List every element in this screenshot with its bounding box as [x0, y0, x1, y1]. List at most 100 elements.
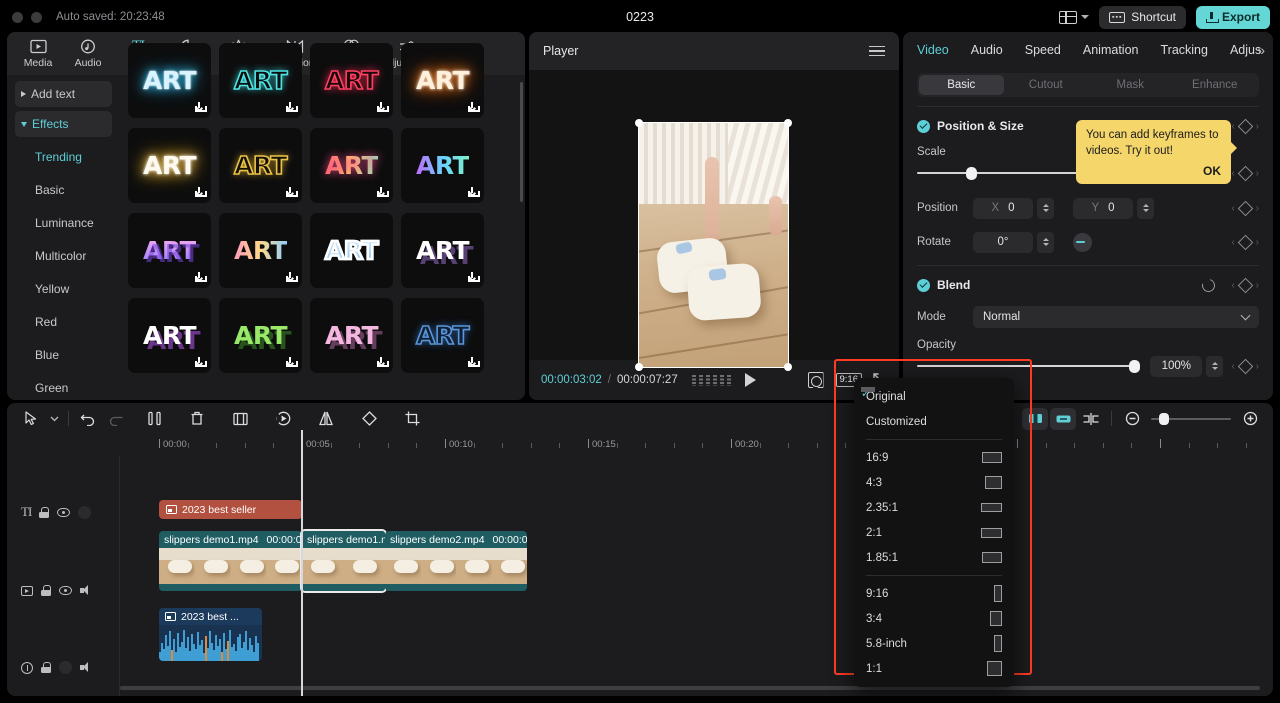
keyframe-diamond-icon[interactable] — [1237, 118, 1253, 134]
zoom-in-icon[interactable] — [1237, 408, 1263, 430]
position-y-field[interactable]: Y 0 — [1073, 197, 1133, 219]
download-icon[interactable] — [467, 272, 480, 283]
text-clip[interactable]: 2023 best seller — [159, 500, 302, 519]
tooltip-ok-button[interactable]: OK — [1086, 164, 1221, 178]
effect-thumbnail[interactable]: ART — [310, 43, 393, 118]
zoom-slider-knob[interactable] — [1159, 412, 1169, 425]
lock-icon[interactable] — [41, 662, 51, 673]
split-icon[interactable] — [140, 407, 168, 431]
segment-mask[interactable]: Mask — [1088, 75, 1173, 95]
rotate-icon[interactable] — [355, 407, 383, 431]
keyframe-diamond-icon[interactable] — [1237, 234, 1253, 250]
download-icon[interactable] — [194, 102, 207, 113]
rotate-dial[interactable] — [1073, 232, 1092, 252]
opacity-value[interactable]: 100% — [1150, 355, 1203, 377]
position-size-checkbox[interactable] — [917, 119, 930, 133]
keyframe-next-icon[interactable]: › — [1256, 280, 1259, 291]
download-icon[interactable] — [285, 187, 298, 198]
effect-thumbnail[interactable]: ART — [310, 213, 393, 288]
rotate-keyframe[interactable]: ‹ › — [1231, 234, 1259, 250]
audio-clip[interactable]: 2023 best ... — [159, 608, 262, 661]
effect-thumbnail[interactable]: ART — [310, 298, 393, 373]
keyframe-diamond-icon[interactable] — [1237, 277, 1253, 293]
position-x-stepper[interactable] — [1037, 197, 1054, 219]
sidenav-item-yellow[interactable]: Yellow — [15, 273, 112, 305]
fit-screen-icon[interactable] — [808, 372, 824, 388]
effect-thumbnail[interactable]: ART — [310, 128, 393, 203]
download-icon[interactable] — [376, 102, 389, 113]
timeline-hscrollbar[interactable] — [120, 686, 1260, 690]
undo-icon[interactable] — [74, 407, 102, 431]
effect-thumbnail[interactable]: ART — [401, 128, 484, 203]
play-icon[interactable] — [744, 373, 756, 387]
speaker-icon[interactable] — [80, 662, 93, 673]
speaker-icon[interactable] — [80, 585, 93, 596]
tab-audio-insp[interactable]: Audio — [971, 43, 1003, 57]
resize-handle-br[interactable] — [784, 363, 792, 371]
effect-thumbnail[interactable]: ART — [219, 213, 302, 288]
resize-handle-bl[interactable] — [635, 363, 643, 371]
sidenav-item-trending[interactable]: Trending — [15, 141, 112, 173]
blend-checkbox[interactable] — [917, 278, 930, 292]
tab-video[interactable]: Video — [917, 43, 949, 57]
keyframe-next-icon[interactable]: › — [1256, 237, 1259, 248]
blend-controls[interactable]: ‹ › — [1199, 276, 1259, 294]
aspect-option-2-1[interactable]: 2:1 — [854, 387, 1014, 545]
eye-icon[interactable] — [59, 586, 72, 595]
position-keyframe[interactable]: ‹ › — [1231, 200, 1259, 216]
opacity-keyframe[interactable]: ‹ › — [1231, 358, 1259, 374]
blend-mode-select[interactable]: Normal — [973, 306, 1259, 328]
effect-thumbnail[interactable]: ART — [401, 213, 484, 288]
mirror-icon[interactable] — [312, 407, 340, 431]
rotate-stepper[interactable] — [1037, 231, 1054, 253]
resize-handle-tr[interactable] — [784, 119, 792, 127]
sidenav-item-red[interactable]: Red — [15, 306, 112, 338]
effect-thumbnail[interactable]: ART — [128, 213, 211, 288]
download-icon[interactable] — [194, 272, 207, 283]
keyframe-next-icon[interactable]: › — [1256, 203, 1259, 214]
keyframe-diamond-icon[interactable] — [1237, 165, 1253, 181]
select-arrow-icon[interactable] — [17, 407, 45, 431]
crop-icon[interactable] — [398, 407, 426, 431]
video-clip-3[interactable]: slippers demo2.mp4 00:00:03 — [385, 531, 527, 591]
keyframe-next-icon[interactable]: › — [1256, 121, 1259, 132]
keyframe-prev-icon[interactable]: ‹ — [1231, 280, 1234, 291]
select-dropdown-icon[interactable] — [45, 407, 63, 431]
lock-icon[interactable] — [41, 585, 51, 596]
library-scrollbar[interactable] — [520, 82, 523, 202]
download-icon[interactable] — [376, 357, 389, 368]
keyframe-prev-icon[interactable]: ‹ — [1231, 237, 1234, 248]
segment-basic[interactable]: Basic — [919, 75, 1004, 95]
effect-thumbnail[interactable]: ART — [401, 298, 484, 373]
zoom-out-icon[interactable] — [1119, 408, 1145, 430]
reset-icon[interactable] — [1199, 276, 1218, 294]
segment-enhance[interactable]: Enhance — [1173, 75, 1258, 95]
sidenav-item-blue[interactable]: Blue — [15, 339, 112, 371]
rotate-field[interactable]: 0° — [973, 231, 1033, 253]
aspect-option-original[interactable]: Original — [854, 384, 1014, 409]
aspect-option-5-8-inch[interactable]: 5.8-inch — [854, 387, 1014, 656]
lock-icon[interactable] — [39, 506, 50, 518]
reverse-icon[interactable] — [269, 407, 297, 431]
playhead[interactable] — [301, 430, 303, 696]
timeline-ruler[interactable]: 00:00 00:05 00:10 00:15 00:20 — [7, 434, 1273, 456]
aspect-option-customized[interactable]: Customized — [854, 387, 1014, 434]
aspect-option-3-4[interactable]: 3:4 — [854, 387, 1014, 631]
keyframe-diamond-icon[interactable] — [1237, 200, 1253, 216]
keyframe-prev-icon[interactable]: ‹ — [1231, 168, 1234, 179]
effect-thumbnail[interactable]: ART — [219, 128, 302, 203]
tab-animation[interactable]: Animation — [1083, 43, 1139, 57]
tab-tracking[interactable]: Tracking — [1160, 43, 1207, 57]
sidenav-item-add-text[interactable]: Add text — [15, 81, 112, 107]
effect-thumbnail[interactable]: ART — [401, 43, 484, 118]
sidenav-item-luminance[interactable]: Luminance — [15, 207, 112, 239]
hamburger-icon[interactable] — [869, 43, 885, 60]
effect-thumbnail[interactable]: ART — [128, 43, 211, 118]
layout-button[interactable] — [1059, 10, 1090, 24]
aspect-option-1-1[interactable]: 1:1 — [854, 387, 1014, 681]
tab-speed[interactable]: Speed — [1025, 43, 1061, 57]
keyframe-prev-icon[interactable]: ‹ — [1231, 203, 1234, 214]
opacity-stepper[interactable] — [1206, 355, 1224, 377]
effect-thumbnail[interactable]: ART — [219, 298, 302, 373]
aspect-option-9-16[interactable]: ✓ 9:16 — [854, 387, 1014, 606]
